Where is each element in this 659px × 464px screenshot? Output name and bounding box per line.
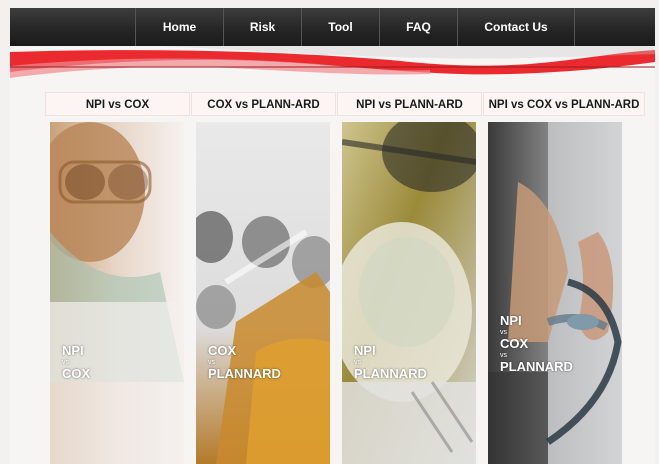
panel-caption: COX vs PLANNARD — [208, 343, 281, 382]
lab-glassware-photo — [196, 122, 330, 464]
caption-line: PLANNARD — [208, 365, 281, 381]
header-swoosh — [10, 46, 655, 86]
caption-line: NPI — [354, 343, 376, 358]
main-nav: Home Risk Tool FAQ Contact Us — [10, 8, 655, 46]
caption-line: COX — [500, 335, 529, 351]
panel-title[interactable]: NPI vs COX — [45, 92, 190, 116]
doctor-stethoscope-photo — [488, 122, 622, 464]
panel-image[interactable]: COX vs PLANNARD — [196, 122, 330, 464]
panel-cox-vs-plann-ard[interactable]: COX vs PLANN-ARD COX vs PLANNARD — [191, 92, 336, 464]
page: Home Risk Tool FAQ Contact Us NPI vs COX — [10, 8, 655, 464]
panel-title[interactable]: NPI vs COX vs PLANN-ARD — [483, 92, 645, 116]
caption-line: NPI — [500, 313, 522, 328]
nav-tool[interactable]: Tool — [301, 8, 379, 46]
panel-image[interactable]: NPI vs COX — [50, 122, 184, 464]
panel-title[interactable]: COX vs PLANN-ARD — [191, 92, 336, 116]
nav-faq[interactable]: FAQ — [379, 8, 457, 46]
panel-image[interactable]: NPI vs COX vs PLANNARD — [488, 122, 622, 464]
panel-npi-vs-cox-vs-plann-ard[interactable]: NPI vs COX vs PLANN-ARD NPI vs COX vs PL… — [483, 92, 645, 464]
nav-risk[interactable]: Risk — [223, 8, 301, 46]
nav-home[interactable]: Home — [135, 8, 223, 46]
nav-contact-us[interactable]: Contact Us — [457, 8, 575, 46]
caption-line: PLANNARD — [500, 358, 573, 374]
panel-caption: NPI vs COX — [62, 343, 91, 382]
flask-photo — [342, 122, 476, 464]
caption-line: COX — [208, 343, 237, 358]
panel-image[interactable]: NPI vs PLANNARD — [342, 122, 476, 464]
caption-line: NPI — [62, 343, 84, 358]
panel-title[interactable]: NPI vs PLANN-ARD — [337, 92, 482, 116]
panel-caption: NPI vs COX vs PLANNARD — [500, 313, 573, 375]
panel-npi-vs-plann-ard[interactable]: NPI vs PLANN-ARD NPI vs PLANNARD — [337, 92, 482, 464]
caption-line: PLANNARD — [354, 365, 427, 381]
caption-line: COX — [62, 365, 91, 381]
panel-caption: NPI vs PLANNARD — [354, 343, 427, 382]
page-frame: Home Risk Tool FAQ Contact Us NPI vs COX — [0, 0, 659, 464]
surgeon-photo — [50, 122, 184, 464]
panel-npi-vs-cox[interactable]: NPI vs COX NPI vs COX — [45, 92, 190, 464]
